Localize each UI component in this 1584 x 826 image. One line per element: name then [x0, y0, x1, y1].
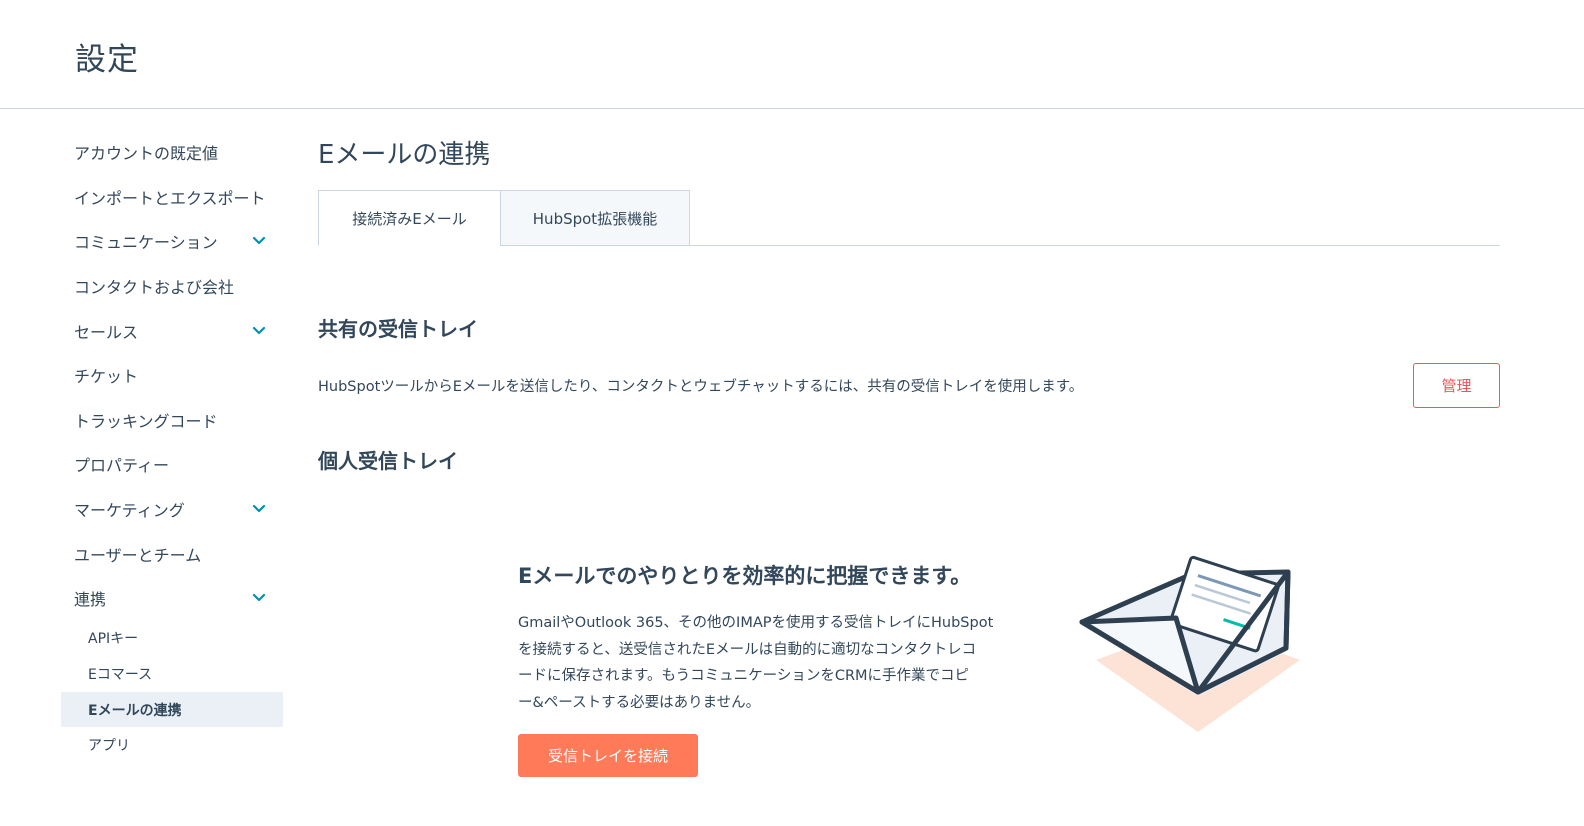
sidebar-item-label: コミュニケーション	[74, 233, 218, 253]
sidebar-item-label: 連携	[74, 590, 107, 610]
sidebar-item-label: コンタクトおよび会社	[74, 278, 235, 298]
sidebar-subitem-ecommerce[interactable]: Eコマース	[61, 656, 283, 692]
chevron-down-icon[interactable]	[252, 326, 266, 336]
promo-title: Eメールでのやりとりを効率的に把握できます。	[518, 564, 972, 588]
tab-bar: 接続済みEメール HubSpot拡張機能	[318, 190, 1500, 246]
tab-hubspot-extension[interactable]: HubSpot拡張機能	[500, 190, 690, 246]
manage-button[interactable]: 管理	[1413, 363, 1500, 408]
promo-line: ー&ペーストする必要はありません。	[518, 694, 761, 711]
shared-inbox-description: HubSpotツールからEメールを送信したり、コンタクトとウェブチャットするには…	[318, 379, 1084, 395]
chevron-down-icon[interactable]	[252, 236, 266, 246]
sidebar-item-import-export[interactable]: インポートとエクスポート	[61, 175, 283, 220]
integrations-submenu: APIキー Eコマース Eメールの連携 アプリ	[61, 621, 283, 763]
promo-line: ードに保存されます。もうコミュニケーションをCRMに手作業でコピ	[518, 668, 970, 684]
sidebar-item-account-defaults[interactable]: アカウントの既定値	[61, 130, 283, 175]
sidebar-item-users-teams[interactable]: ユーザーとチーム	[61, 531, 283, 576]
sidebar-item-label: セールス	[74, 322, 139, 342]
tab-connected-email[interactable]: 接続済みEメール	[318, 190, 501, 246]
section-title: Eメールの連携	[318, 140, 491, 170]
sidebar-item-integrations[interactable]: 連携	[61, 576, 283, 621]
sidebar-item-properties[interactable]: プロパティー	[61, 442, 283, 487]
sidebar-item-marketing[interactable]: マーケティング	[61, 487, 283, 532]
sidebar-item-tickets[interactable]: チケット	[61, 353, 283, 398]
settings-sidebar: アカウントの既定値 インポートとエクスポート コミュニケーション コンタクトおよ…	[61, 130, 283, 763]
main-content: Eメールの連携 接続済みEメール HubSpot拡張機能 共有の受信トレイ Hu…	[318, 0, 1500, 826]
sidebar-item-tracking-code[interactable]: トラッキングコード	[61, 398, 283, 443]
sidebar-item-label: チケット	[74, 367, 139, 387]
sidebar-subitem-apps[interactable]: アプリ	[61, 727, 283, 763]
promo-line: を接続すると、送受信されたEメールは自動的に適切なコンタクトレコ	[518, 641, 977, 658]
chevron-down-icon[interactable]	[252, 504, 266, 514]
connect-inbox-button[interactable]: 受信トレイを接続	[518, 734, 698, 777]
sidebar-item-label: ユーザーとチーム	[74, 545, 202, 565]
sidebar-item-label: アカウントの既定値	[74, 144, 219, 164]
sidebar-subitem-email-integrations[interactable]: Eメールの連携	[61, 691, 283, 728]
envelope-illustration	[1079, 555, 1300, 732]
personal-inbox-heading: 個人受信トレイ	[318, 449, 458, 473]
sidebar-item-sales[interactable]: セールス	[61, 308, 283, 353]
sidebar-item-label: マーケティング	[74, 501, 185, 521]
sidebar-item-label: トラッキングコード	[74, 411, 218, 431]
chevron-down-icon[interactable]	[252, 593, 266, 603]
sidebar-subitem-api-key[interactable]: APIキー	[61, 621, 283, 657]
sidebar-item-communication[interactable]: コミュニケーション	[61, 219, 283, 264]
sidebar-item-contacts-companies[interactable]: コンタクトおよび会社	[61, 264, 283, 309]
sidebar-item-label: インポートとエクスポート	[74, 188, 266, 208]
sidebar-item-label: プロパティー	[74, 456, 170, 476]
promo-description: GmailやOutlook 365、その他のIMAPを使用する受信トレイにHub…	[518, 610, 1018, 716]
shared-inbox-heading: 共有の受信トレイ	[318, 317, 478, 341]
promo-line: GmailやOutlook 365、その他のIMAPを使用する受信トレイにHub…	[518, 615, 994, 631]
page-title: 設定	[75, 42, 139, 78]
